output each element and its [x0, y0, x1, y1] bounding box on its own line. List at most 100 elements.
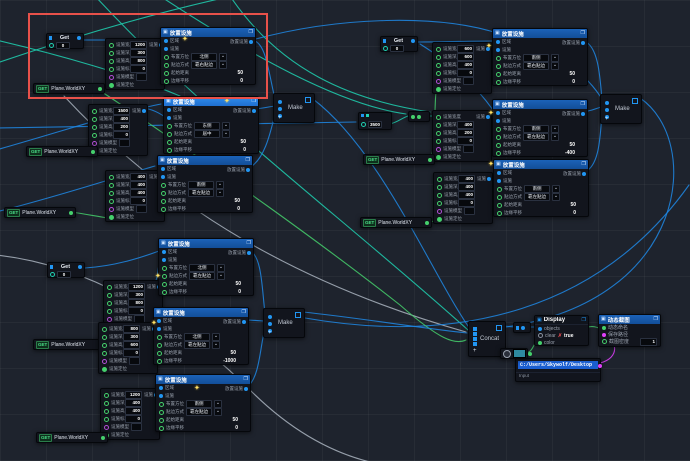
port-anchor-input[interactable]	[437, 217, 442, 222]
port-start-input[interactable]	[157, 351, 162, 356]
port-region-input[interactable]	[496, 111, 500, 115]
port-shift-input[interactable]	[167, 148, 172, 153]
node-place-facility[interactable]: ▣放置设施❐区域放置设施设施布置方位北侧⌄贴边方式靠左贴边⌄起始距离50边缘平移…	[158, 238, 254, 296]
port-input[interactable]	[473, 342, 477, 346]
density-value-input[interactable]: 1	[640, 338, 657, 346]
param-value-input[interactable]: 400	[130, 189, 147, 197]
edge-offset-value[interactable]: 0	[240, 78, 243, 84]
param-value-input[interactable]: 800	[123, 325, 140, 333]
port-input[interactable]	[92, 133, 97, 138]
port-color-input[interactable]	[538, 341, 542, 345]
node-menu-icon[interactable]: ❐	[582, 318, 586, 323]
port-input[interactable]	[437, 185, 442, 190]
port-facility-input[interactable]	[497, 179, 501, 183]
chevron-down-icon[interactable]: ⌄	[212, 341, 220, 349]
node-header[interactable]: ▣放置设施❐	[493, 100, 587, 109]
port-anchor-input[interactable]	[436, 87, 441, 92]
port-index-input[interactable]	[383, 46, 388, 51]
param-value-input[interactable]: 400	[458, 183, 475, 191]
node-make[interactable]: +Make	[273, 93, 315, 123]
port-input[interactable]	[411, 115, 415, 119]
node-relay[interactable]	[513, 322, 531, 333]
port-start-input[interactable]	[161, 199, 166, 204]
edge-mode-dropdown[interactable]: 靠右贴边	[191, 61, 217, 69]
port-input[interactable]	[109, 199, 114, 204]
chevron-down-icon[interactable]: ⌄	[552, 193, 560, 201]
port-output[interactable]	[244, 387, 248, 391]
port-input[interactable]	[109, 183, 114, 188]
node-dynamic-screenshot[interactable]: ▣动态截图❐动态命名保存路径截图密度1	[598, 314, 661, 347]
node-header[interactable]: ▣放置设施❐	[493, 29, 587, 38]
node-display[interactable]: ▣Display❐objectsclear✗truecolor	[534, 315, 589, 346]
port-shift-input[interactable]	[159, 426, 164, 431]
orientation-dropdown[interactable]: 南侧	[523, 54, 549, 62]
param-value-input[interactable]: 0	[123, 349, 140, 357]
port-region-input[interactable]	[162, 250, 166, 254]
model-value-input[interactable]	[464, 207, 475, 215]
node-value[interactable]: 3500	[358, 112, 392, 130]
port-region-input[interactable]	[497, 171, 501, 175]
model-value-input[interactable]	[463, 145, 474, 153]
node-menu-icon[interactable]	[295, 312, 301, 318]
port-shift-input[interactable]	[162, 290, 167, 295]
node-place-facility[interactable]: ▣放置设施❐区域放置设施设施布置方位南侧⌄贴边方式靠右贴边⌄起始距离50边缘平移…	[492, 28, 588, 86]
port-facility-input[interactable]	[164, 47, 168, 51]
chevron-down-icon[interactable]: ⌄	[551, 54, 559, 62]
port-input[interactable]	[436, 63, 441, 68]
model-value-input[interactable]	[136, 205, 147, 213]
param-value-input[interactable]: 0	[457, 137, 474, 145]
node-get-plane-worldxy[interactable]: GETPlane.WorldXY	[36, 432, 108, 443]
port-anchor-input[interactable]	[102, 367, 107, 372]
chevron-down-icon[interactable]: ⌄	[551, 125, 559, 133]
param-value-input[interactable]: 800	[128, 299, 145, 307]
port-shift-input[interactable]	[164, 79, 169, 84]
add-input-button[interactable]: +	[473, 348, 477, 354]
chevron-down-icon[interactable]: ⌄	[217, 272, 225, 280]
cross-icon[interactable]: ✗	[558, 333, 562, 339]
port-output[interactable]	[69, 211, 73, 215]
port-input[interactable]	[109, 43, 114, 48]
port-input[interactable]	[436, 123, 441, 128]
edge-mode-dropdown[interactable]: 靠左贴边	[189, 272, 215, 280]
port-input[interactable]	[436, 115, 441, 120]
port-input[interactable]	[102, 327, 107, 332]
param-value-input[interactable]: 0	[128, 307, 145, 315]
node-place-facility[interactable]: ▣放置设施❐区域放置设施设施布置方位南侧⌄贴边方式靠左贴边⌄起始距离50边缘平移…	[157, 155, 253, 213]
port-region-input[interactable]	[157, 319, 161, 323]
port-edge-input[interactable]	[161, 191, 166, 196]
port-input[interactable]	[473, 337, 477, 341]
port-start-input[interactable]	[167, 140, 172, 145]
port-output[interactable]	[521, 326, 525, 330]
port-output[interactable]	[98, 87, 102, 91]
port-anchor-input[interactable]	[109, 83, 114, 88]
port-edge-input[interactable]	[496, 135, 501, 140]
node-get-plane-worldxy[interactable]: GETPlane.WorldXY	[4, 207, 76, 218]
node-get-plane-worldxy[interactable]: GETPlane.WorldXY	[33, 339, 105, 350]
port-output[interactable]	[598, 364, 602, 368]
node-get-plane-worldxy[interactable]: GETPlane.WorldXY	[26, 146, 98, 157]
node-facility-params[interactable]: 设施宽度1200设施深度300设施高度800设施标高0设施模型设施定位设施	[105, 38, 165, 90]
model-value-input[interactable]	[463, 77, 474, 85]
port-orient-input[interactable]	[496, 56, 501, 61]
port-facility-input[interactable]	[159, 394, 163, 398]
port-output[interactable]	[91, 150, 95, 154]
node-header[interactable]: ▣放置设施❐	[158, 156, 252, 165]
node-facility-params[interactable]: 设施宽度400设施深度400设施高度400设施标高0设施模型设施定位设施	[105, 170, 165, 222]
port-input[interactable]	[437, 201, 442, 206]
param-value-input[interactable]: 300	[130, 49, 147, 57]
edge-offset-value[interactable]: 0	[573, 210, 576, 216]
port-orient-input[interactable]	[159, 402, 164, 407]
index-value-input[interactable]: 0	[57, 271, 71, 278]
node-header[interactable]: ▣放置设施❐	[159, 239, 253, 248]
port-edge-input[interactable]	[496, 64, 501, 69]
port-input[interactable]	[104, 401, 109, 406]
port-model-input[interactable]	[436, 79, 441, 84]
port-density-input[interactable]	[602, 339, 607, 344]
port-input[interactable]	[436, 131, 441, 136]
param-value-input[interactable]: 400	[125, 399, 142, 407]
port-input[interactable]	[109, 59, 114, 64]
port-shift-input[interactable]	[496, 80, 501, 85]
port-shift-input[interactable]	[496, 151, 501, 156]
param-value-input[interactable]: 400	[458, 175, 475, 183]
orientation-dropdown[interactable]: 南侧	[524, 185, 550, 193]
